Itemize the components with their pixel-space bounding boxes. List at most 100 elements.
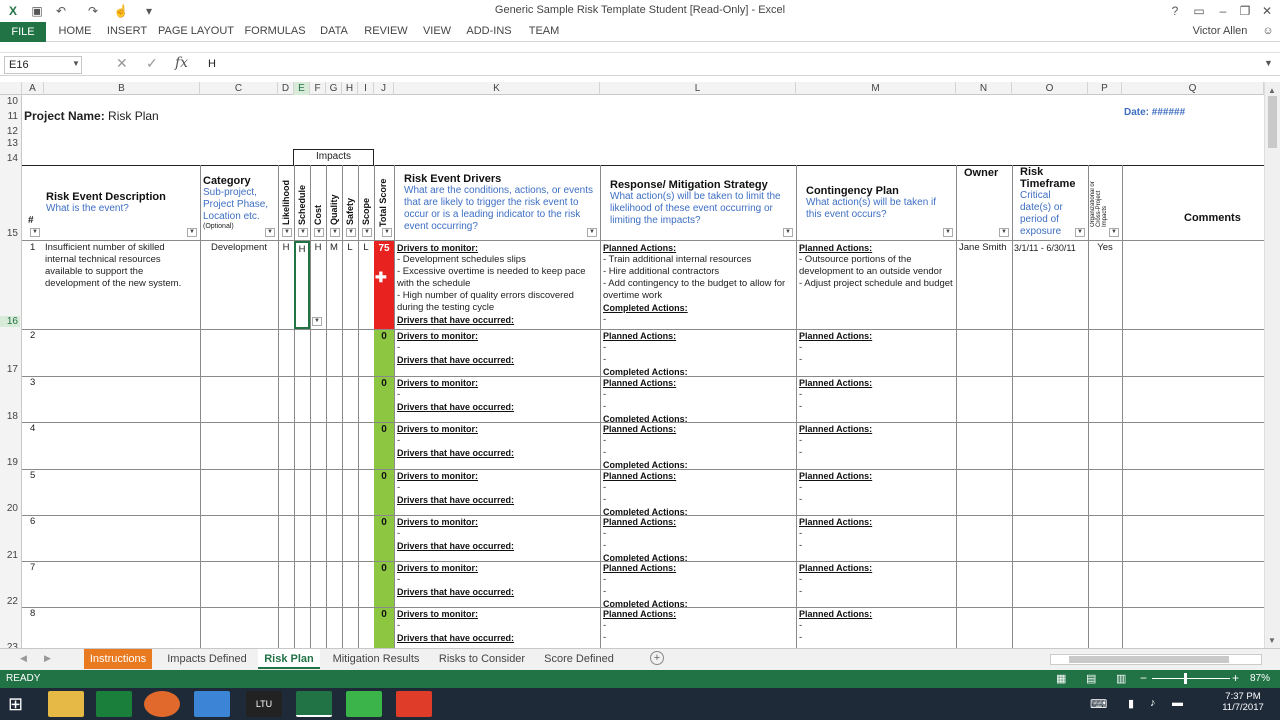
risk-drivers[interactable]: Drivers to monitor: - Drivers that have oc… [397, 516, 597, 552]
filter-button[interactable]: ▼ [314, 228, 324, 237]
filter-button[interactable]: ▼ [30, 228, 40, 237]
risk-drivers[interactable]: Drivers to monitor: - Drivers that have oc… [397, 470, 597, 506]
account-icon[interactable]: ☺ [1258, 22, 1278, 41]
risk-number[interactable]: 1 [30, 242, 35, 254]
network-icon[interactable]: ▮ [1128, 697, 1134, 710]
risk-row[interactable]: 7 0 Drivers to monitor: - Drivers that hav… [22, 562, 1264, 608]
zoom-slider[interactable] [1152, 678, 1230, 679]
tab-insert[interactable]: INSERT [104, 22, 150, 41]
row-header[interactable]: 19 [0, 457, 20, 468]
enter-icon[interactable]: ✓ [146, 55, 158, 72]
tab-team[interactable]: TEAM [524, 22, 564, 41]
risk-contingency[interactable]: Planned Actions: - Outsource portions of… [799, 242, 955, 290]
risk-total-score[interactable]: 0 [374, 378, 394, 389]
tab-home[interactable]: HOME [52, 22, 98, 41]
risk-scope[interactable]: L [358, 242, 374, 254]
tab-data[interactable]: DATA [316, 22, 352, 41]
risk-number[interactable]: 7 [30, 562, 35, 574]
risk-row[interactable]: 2 0 Drivers to monitor: - Drivers that hav… [22, 330, 1264, 376]
filter-button[interactable]: ▼ [187, 228, 197, 237]
row-header[interactable]: 11 [0, 111, 20, 122]
zoom-level[interactable]: 87% [1250, 673, 1270, 684]
col-header[interactable]: N [956, 82, 1012, 95]
filter-button[interactable]: ▼ [382, 228, 392, 237]
risk-contingency[interactable]: Planned Actions: - - [799, 377, 949, 413]
risk-org-impacts[interactable]: Yes [1088, 242, 1122, 254]
filter-button[interactable]: ▼ [330, 228, 340, 237]
col-header[interactable]: J [374, 82, 394, 95]
risk-timeframe[interactable]: 3/1/11 - 6/30/11 [1014, 242, 1088, 254]
sheet-tab-risks-to-consider[interactable]: Risks to Consider [432, 649, 532, 669]
ribbon-display-icon[interactable]: ▭ [1186, 2, 1212, 20]
risk-quality[interactable]: M [326, 242, 342, 254]
help-icon[interactable]: ? [1162, 2, 1188, 20]
prev-sheet-icon[interactable]: ◀ [20, 653, 27, 664]
risk-row[interactable]: 8 0 Drivers to monitor: - Drivers that hav… [22, 608, 1264, 648]
risk-schedule[interactable]: H [294, 241, 310, 329]
page-layout-view-icon[interactable]: ▤ [1086, 672, 1096, 685]
risk-total-score[interactable]: 0 [374, 471, 394, 482]
row-header[interactable]: 16 [0, 316, 20, 327]
risk-response[interactable]: Planned Actions: - - Completed Actions: [603, 516, 793, 562]
filter-button[interactable]: ▼ [265, 228, 275, 237]
recorder-icon[interactable] [396, 691, 432, 717]
col-header[interactable]: H [342, 82, 358, 95]
tab-page-layout[interactable]: PAGE LAYOUT [158, 22, 234, 41]
risk-response[interactable]: Planned Actions: - - Completed Actions: [603, 562, 793, 608]
filter-button[interactable]: ▼ [362, 228, 372, 237]
risk-cost[interactable]: H [310, 242, 326, 254]
filter-button[interactable]: ▼ [346, 228, 356, 237]
risk-total-score[interactable]: 0 [374, 609, 394, 620]
sheet-tab-score-defined[interactable]: Score Defined [538, 649, 620, 669]
filter-button[interactable]: ▼ [999, 228, 1009, 237]
col-header[interactable]: A [22, 82, 44, 95]
risk-response[interactable]: Planned Actions: - - Completed Actions: [603, 330, 793, 376]
risk-response[interactable]: Planned Actions: - - Completed Actions: [603, 470, 793, 516]
excel-taskbar-icon[interactable] [296, 691, 332, 717]
add-sheet-icon[interactable]: + [650, 651, 664, 665]
filter-button[interactable]: ▼ [943, 228, 953, 237]
filter-button[interactable]: ▼ [587, 228, 597, 237]
risk-response[interactable]: Planned Actions: - - Completed Actions: [603, 423, 793, 469]
col-header[interactable]: G [326, 82, 342, 95]
row-header[interactable]: 10 [0, 96, 20, 107]
tab-review[interactable]: REVIEW [364, 22, 408, 41]
filter-button[interactable]: ▼ [282, 228, 292, 237]
col-header[interactable]: Q [1122, 82, 1264, 95]
filter-button[interactable]: ▼ [298, 228, 308, 237]
row-header[interactable]: 15 [0, 228, 20, 239]
tab-add-ins[interactable]: ADD-INS [464, 22, 514, 41]
zoom-in-icon[interactable]: + [1232, 671, 1239, 685]
row-header[interactable]: 21 [0, 550, 20, 561]
taskbar-clock[interactable]: 7:37 PM 11/7/2017 [1218, 691, 1268, 713]
risk-contingency[interactable]: Planned Actions: - - [799, 608, 949, 644]
col-header[interactable]: K [394, 82, 600, 95]
risk-row[interactable]: 6 0 Drivers to monitor: - Drivers that hav… [22, 516, 1264, 562]
risk-drivers[interactable]: Drivers to monitor: - Development schedu… [397, 242, 599, 326]
risk-number[interactable]: 6 [30, 516, 35, 528]
sheet-tab-mitigation-results[interactable]: Mitigation Results [326, 649, 426, 669]
next-sheet-icon[interactable]: ▶ [44, 653, 51, 664]
risk-response[interactable]: Planned Actions: - - Completed Actions: [603, 377, 793, 423]
store-icon[interactable] [96, 691, 132, 717]
google-drive-icon[interactable] [194, 691, 230, 717]
col-header[interactable]: O [1012, 82, 1088, 95]
row-header[interactable]: 12 [0, 126, 20, 137]
risk-total-score[interactable]: 0 [374, 331, 394, 342]
col-header[interactable]: E [294, 82, 310, 95]
select-all-corner[interactable] [0, 82, 22, 95]
page-break-view-icon[interactable]: ▥ [1116, 672, 1126, 685]
col-header[interactable]: F [310, 82, 326, 95]
risk-total-score[interactable]: 75 [374, 243, 394, 254]
col-header[interactable]: D [278, 82, 294, 95]
risk-description[interactable]: Insufficient number of skilled internal … [45, 242, 197, 290]
scroll-up-icon[interactable]: ▲ [1268, 86, 1276, 95]
formula-input[interactable]: H [208, 58, 216, 70]
tab-view[interactable]: VIEW [420, 22, 454, 41]
filter-button[interactable]: ▼ [783, 228, 793, 237]
insert-function-icon[interactable]: fx [175, 55, 188, 71]
risk-total-score[interactable]: 0 [374, 563, 394, 574]
risk-contingency[interactable]: Planned Actions: - - [799, 423, 949, 459]
risk-drivers[interactable]: Drivers to monitor: - Drivers that have oc… [397, 562, 597, 598]
col-header[interactable]: I [358, 82, 374, 95]
